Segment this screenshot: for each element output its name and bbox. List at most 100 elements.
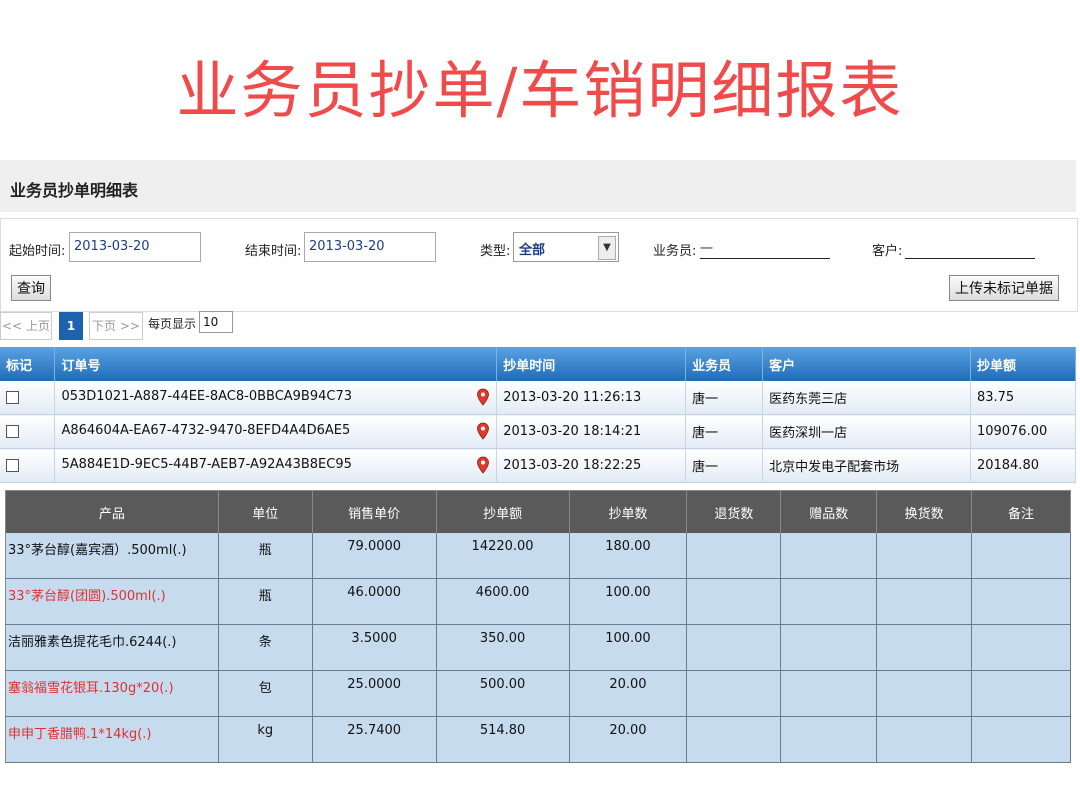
col-customer[interactable]: 客户 xyxy=(762,347,971,381)
detail-return xyxy=(686,578,782,625)
end-date-label: 结束时间: xyxy=(245,244,302,259)
order-row[interactable]: 053D1021-A887-44EE-8AC8-0BBCA9B94C73 201… xyxy=(0,381,1077,415)
order-id[interactable]: 5A884E1D-9EC5-44B7-AEB7-A92A43B8EC95 xyxy=(61,457,351,472)
detail-product: 申申丁香腊鸭.1*14kg(.) xyxy=(5,716,219,763)
detail-row: 33°茅台醇(团圆).500ml(.) 瓶 46.0000 4600.00 10… xyxy=(5,578,1071,625)
detail-unit: kg xyxy=(218,716,313,763)
detail-row: 申申丁香腊鸭.1*14kg(.) kg 25.7400 514.80 20.00 xyxy=(5,716,1071,763)
detail-remark xyxy=(971,716,1071,763)
detail-exchange xyxy=(876,670,973,717)
chevron-down-icon[interactable]: ▼ xyxy=(598,236,616,260)
order-time: 2013-03-20 11:26:13 xyxy=(496,381,687,415)
type-select[interactable]: 全部 ▼ xyxy=(513,232,619,262)
end-date-input[interactable]: 2013-03-20 xyxy=(304,232,436,262)
detail-unit: 包 xyxy=(218,670,313,717)
per-page-input[interactable]: 10 xyxy=(199,311,233,333)
query-button[interactable]: 查询 xyxy=(11,275,51,301)
detail-amount: 350.00 xyxy=(436,624,570,671)
start-date-label: 起始时间: xyxy=(9,244,66,259)
detail-price: 25.0000 xyxy=(312,670,437,717)
detail-row: 塞翁福雪花银耳.130g*20(.) 包 25.0000 500.00 20.0… xyxy=(5,670,1071,717)
col-unit: 单位 xyxy=(218,490,313,533)
order-time: 2013-03-20 18:14:21 xyxy=(496,414,687,449)
salesman-label: 业务员: xyxy=(653,244,697,259)
detail-row: 33°茅台醇(嘉宾酒）.500ml(.) 瓶 79.0000 14220.00 … xyxy=(5,533,1071,579)
detail-return xyxy=(686,716,782,763)
mark-checkbox[interactable] xyxy=(6,425,19,438)
detail-row: 洁丽雅素色提花毛巾.6244(.) 条 3.5000 350.00 100.00 xyxy=(5,624,1071,671)
panel-title: 业务员抄单明细表 xyxy=(10,181,139,200)
detail-gift xyxy=(780,670,878,717)
col-amount[interactable]: 抄单额 xyxy=(970,347,1077,381)
map-pin-icon[interactable] xyxy=(476,388,490,406)
next-page-button[interactable]: 下页 >> xyxy=(89,312,143,340)
salesman-input[interactable]: 一 xyxy=(700,238,830,259)
detail-return xyxy=(686,670,782,717)
detail-return xyxy=(686,533,782,579)
order-id[interactable]: 053D1021-A887-44EE-8AC8-0BBCA9B94C73 xyxy=(61,389,352,404)
col-order-no[interactable]: 订单号 xyxy=(54,347,498,381)
detail-gift xyxy=(780,578,878,625)
detail-price: 46.0000 xyxy=(312,578,437,625)
detail-qty: 180.00 xyxy=(569,533,688,579)
mark-checkbox[interactable] xyxy=(6,459,19,472)
filter-panel: 起始时间: 2013-03-20 结束时间: 2013-03-20 类型: 全部… xyxy=(0,218,1078,312)
detail-price: 25.7400 xyxy=(312,716,437,763)
prev-page-button[interactable]: << 上页 xyxy=(0,312,52,340)
detail-amount: 500.00 xyxy=(436,670,570,717)
order-time: 2013-03-20 18:22:25 xyxy=(496,448,687,483)
map-pin-icon[interactable] xyxy=(476,422,490,440)
detail-remark xyxy=(971,670,1071,717)
col-unit-price: 销售单价 xyxy=(312,490,437,533)
start-date-input[interactable]: 2013-03-20 xyxy=(69,232,201,262)
col-time[interactable]: 抄单时间 xyxy=(496,347,687,381)
report-banner-title: 业务员抄单/车销明细报表 xyxy=(176,54,904,127)
detail-unit: 瓶 xyxy=(218,578,313,625)
detail-gift xyxy=(780,716,878,763)
detail-price: 79.0000 xyxy=(312,533,437,579)
col-return-qty: 退货数 xyxy=(686,490,782,533)
detail-remark xyxy=(971,578,1071,625)
order-detail-table: 产品 单位 销售单价 抄单额 抄单数 退货数 赠品数 换货数 备注 33°茅台醇… xyxy=(5,490,1071,763)
order-amount: 20184.80 xyxy=(970,448,1077,483)
detail-exchange xyxy=(876,533,973,579)
detail-amount: 514.80 xyxy=(436,716,570,763)
page-1-button[interactable]: 1 xyxy=(59,312,83,340)
type-label: 类型: xyxy=(480,244,511,259)
detail-unit: 瓶 xyxy=(218,533,313,579)
detail-product: 洁丽雅素色提花毛巾.6244(.) xyxy=(5,624,219,671)
detail-qty: 20.00 xyxy=(569,716,688,763)
order-salesman: 唐一 xyxy=(685,381,764,415)
detail-product: 33°茅台醇(嘉宾酒）.500ml(.) xyxy=(5,533,219,579)
detail-unit: 条 xyxy=(218,624,313,671)
orders-header-row: 标记 订单号 抄单时间 业务员 客户 抄单额 xyxy=(0,347,1077,381)
detail-gift xyxy=(780,533,878,579)
type-select-value: 全部 xyxy=(519,243,546,258)
col-remarks: 备注 xyxy=(971,490,1071,533)
order-amount: 109076.00 xyxy=(970,414,1077,449)
order-row[interactable]: A864604A-EA67-4732-9470-8EFD4A4D6AE5 201… xyxy=(0,414,1077,449)
panel-header: 业务员抄单明细表 xyxy=(0,160,1076,212)
col-mark[interactable]: 标记 xyxy=(0,347,56,381)
detail-qty: 100.00 xyxy=(569,578,688,625)
order-id[interactable]: A864604A-EA67-4732-9470-8EFD4A4D6AE5 xyxy=(61,423,350,438)
col-salesman[interactable]: 业务员 xyxy=(685,347,764,381)
upload-unmarked-button[interactable]: 上传未标记单据 xyxy=(949,275,1059,301)
detail-remark xyxy=(971,533,1071,579)
detail-amount: 4600.00 xyxy=(436,578,570,625)
detail-price: 3.5000 xyxy=(312,624,437,671)
customer-input[interactable] xyxy=(905,238,1035,259)
order-customer: 北京中发电子配套市场 xyxy=(762,448,971,483)
detail-exchange xyxy=(876,578,973,625)
mark-checkbox[interactable] xyxy=(6,391,19,404)
order-amount: 83.75 xyxy=(970,381,1077,415)
order-salesman: 唐一 xyxy=(685,414,764,449)
order-customer: 医药东莞三店 xyxy=(762,381,971,415)
col-product: 产品 xyxy=(5,490,219,533)
map-pin-icon[interactable] xyxy=(476,456,490,474)
detail-exchange xyxy=(876,716,973,763)
detail-product: 塞翁福雪花银耳.130g*20(.) xyxy=(5,670,219,717)
detail-exchange xyxy=(876,624,973,671)
detail-remark xyxy=(971,624,1071,671)
order-row[interactable]: 5A884E1D-9EC5-44B7-AEB7-A92A43B8EC95 201… xyxy=(0,448,1077,483)
